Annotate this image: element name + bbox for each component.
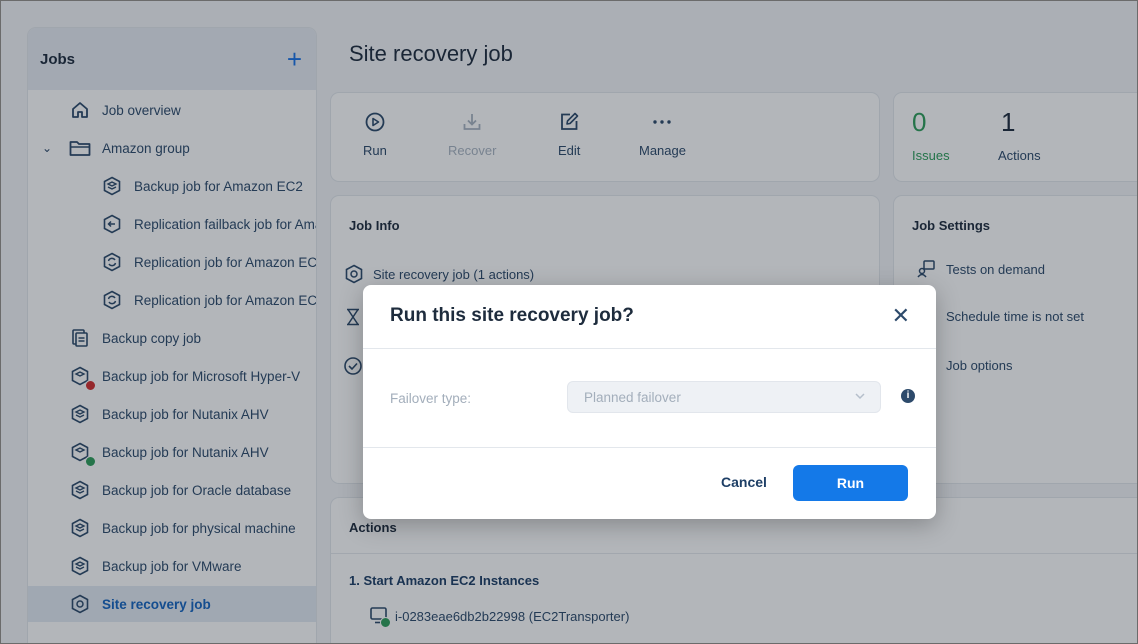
- failover-type-value: Planned failover: [584, 390, 681, 405]
- chevron-down-icon: [854, 390, 866, 405]
- run-confirm-button[interactable]: Run: [793, 465, 908, 501]
- app-window: Jobs + Job overview ⌄ Amazon group Backu…: [1, 1, 1137, 643]
- info-icon[interactable]: i: [901, 389, 915, 403]
- cancel-button[interactable]: Cancel: [721, 474, 767, 490]
- run-confirm-label: Run: [836, 475, 865, 491]
- failover-type-label: Failover type:: [390, 391, 472, 406]
- close-icon[interactable]: ✕: [892, 305, 910, 327]
- dialog-divider: [363, 447, 936, 448]
- failover-type-select[interactable]: Planned failover: [567, 381, 881, 413]
- dialog-divider: [363, 348, 936, 349]
- run-job-dialog: Run this site recovery job? ✕ Failover t…: [363, 285, 936, 519]
- dialog-title: Run this site recovery job?: [390, 305, 634, 326]
